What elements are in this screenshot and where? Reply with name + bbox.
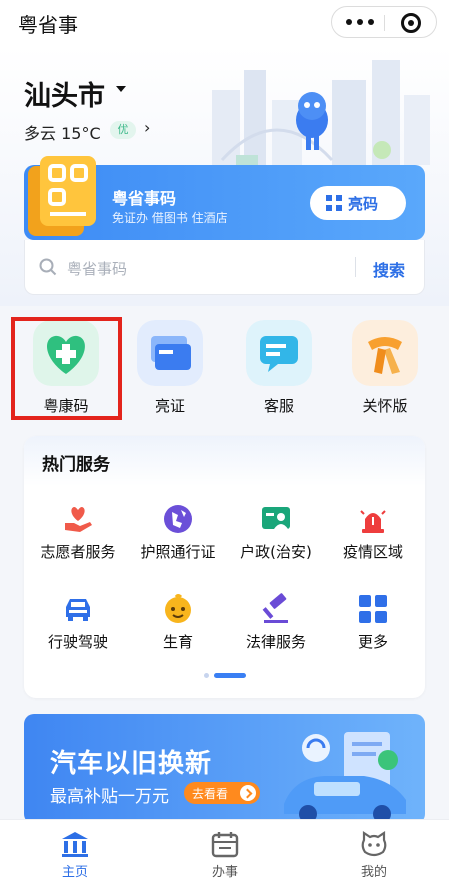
tab-label: 办事 (211, 865, 238, 879)
service-birth[interactable]: 生育 (122, 593, 234, 663)
air-quality-badge: 优 (110, 121, 136, 139)
service-label: 护照通行证 (140, 543, 216, 561)
baby-icon (165, 594, 191, 623)
tab-label: 我的 (360, 865, 387, 879)
car-trade-in-illustration (284, 732, 406, 823)
home-building-icon (62, 832, 88, 857)
service-epidemic-area[interactable]: 疫情区域 (317, 503, 429, 573)
hot-services-title: 热门服务 (42, 455, 110, 475)
search-input[interactable]: 粤省事码 (67, 258, 127, 279)
qr-code-icon (326, 195, 342, 211)
quick-action-customer-service[interactable]: 客服 (229, 318, 329, 418)
city-selector[interactable]: 汕头市 (24, 74, 105, 113)
chat-icon (246, 320, 312, 386)
quick-action-show-id[interactable]: 亮证 (120, 318, 220, 418)
service-label: 法律服务 (245, 633, 306, 651)
heart-hand-icon (65, 507, 92, 532)
banner-subtitle: 最高补贴一万元 (50, 787, 169, 807)
search-bar[interactable]: 粤省事码 搜索 (24, 240, 425, 295)
mini-program-capsule (331, 6, 437, 38)
chevron-right-icon[interactable]: › (144, 118, 150, 137)
search-divider (355, 257, 356, 277)
quick-action-label: 亮证 (154, 397, 185, 415)
arrow-right-icon (240, 785, 256, 801)
service-label: 户政(治安) (240, 543, 312, 561)
tab-label: 主页 (61, 865, 88, 879)
quick-action-label: 关怀版 (362, 397, 408, 415)
quick-action-care-mode[interactable]: 关怀版 (335, 318, 435, 418)
app-title: 粤省事 (18, 13, 78, 37)
code-card-subtitle: 免证办 借图书 住酒店 (112, 211, 228, 225)
weather-text: 多云 15°C (24, 124, 101, 143)
show-code-label: 亮码 (348, 195, 379, 213)
car-icon (66, 599, 90, 621)
pager-indicator-active (214, 673, 246, 678)
service-volunteer[interactable]: 志愿者服务 (22, 503, 134, 573)
grid-icon (359, 595, 387, 623)
gavel-icon (262, 593, 288, 623)
search-button[interactable]: 搜索 (373, 257, 405, 281)
capsule-divider (384, 15, 385, 31)
banner-go-button[interactable]: 去看看 (184, 782, 260, 804)
service-label: 更多 (357, 633, 388, 651)
banner-title: 汽车以旧换新 (50, 749, 213, 779)
tab-services[interactable]: 办事 (150, 820, 300, 879)
id-cards-icon (137, 320, 203, 386)
alarm-light-icon (360, 510, 386, 533)
code-emblem-icon (28, 156, 96, 236)
service-label: 行驶驾驶 (47, 633, 108, 651)
service-label: 志愿者服务 (40, 543, 116, 561)
tab-profile[interactable]: 我的 (299, 820, 449, 879)
highlight-annotation-box (11, 317, 122, 420)
search-icon (39, 258, 57, 276)
pager-dot (204, 673, 209, 678)
service-legal[interactable]: 法律服务 (220, 593, 332, 663)
passport-icon (164, 505, 192, 533)
service-more[interactable]: 更多 (317, 593, 429, 663)
banner-go-label: 去看看 (192, 787, 229, 801)
code-card-title: 粤省事码 (112, 189, 177, 208)
caret-down-icon[interactable] (116, 86, 126, 92)
service-label: 疫情区域 (342, 543, 403, 561)
bottom-tab-bar: 主页 办事 我的 (0, 819, 449, 879)
scarf-icon (352, 320, 418, 386)
calendar-icon (211, 832, 239, 858)
tab-home[interactable]: 主页 (0, 820, 150, 879)
service-passport[interactable]: 护照通行证 (122, 503, 234, 573)
service-vehicle-driving[interactable]: 行驶驾驶 (22, 593, 134, 663)
quick-action-label: 客服 (263, 397, 294, 415)
profile-face-icon (361, 830, 387, 857)
service-label: 生育 (162, 633, 193, 651)
service-household[interactable]: 户政(治安) (220, 503, 332, 573)
close-target-icon[interactable] (401, 13, 421, 33)
household-icon (262, 507, 290, 529)
top-bar: 粤省事 (0, 0, 449, 46)
show-code-button[interactable]: 亮码 (310, 186, 406, 220)
more-dots-icon[interactable] (346, 18, 374, 26)
city-skyline-illustration (212, 60, 430, 167)
